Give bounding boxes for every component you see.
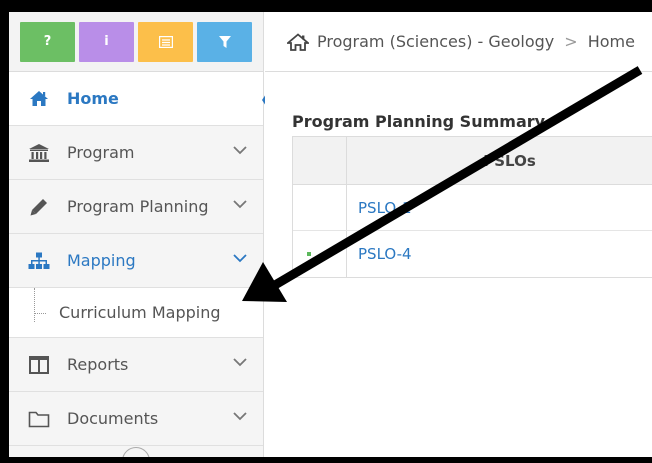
table-header-row: PSLOs	[293, 137, 652, 185]
sidebar-item-program[interactable]: Program	[9, 126, 263, 180]
sidebar-item-reports[interactable]: Reports	[9, 338, 263, 392]
info-button[interactable]: i	[79, 21, 134, 62]
pslo-link[interactable]: PSLO-1	[358, 199, 412, 217]
sidebar-item-program-planning[interactable]: Program Planning	[9, 180, 263, 234]
list-button[interactable]	[138, 21, 193, 62]
tree-line	[34, 288, 35, 322]
sidebar-item-label: Program Planning	[67, 197, 209, 216]
toolbar: ? i	[9, 12, 263, 72]
sidebar-item-documents[interactable]: Documents	[9, 392, 263, 446]
chevron-down-icon[interactable]	[233, 412, 247, 421]
table-row: PSLO-1	[293, 185, 652, 231]
row-marker-cell	[293, 231, 347, 277]
sidebar-item-label: Documents	[67, 409, 159, 428]
sidebar-item-label: Program	[67, 143, 135, 162]
sidebar-subitem-curriculum-mapping[interactable]: Curriculum Mapping	[9, 288, 263, 338]
chevron-down-icon[interactable]	[233, 146, 247, 155]
table-row: PSLO-4	[293, 231, 652, 277]
sidebar-item-mapping[interactable]: Mapping	[9, 234, 263, 288]
chevron-down-icon[interactable]	[233, 358, 247, 367]
section-title: Program Planning Summary	[292, 112, 546, 131]
sitemap-icon	[27, 251, 51, 271]
breadcrumb-separator: >	[564, 32, 578, 51]
institution-icon	[27, 143, 51, 163]
sidebar-item-label: Home	[67, 89, 119, 108]
breadcrumb-current: Home	[587, 32, 635, 51]
sidebar: ? i Home Program Program Planning Mappin…	[9, 12, 275, 457]
list-icon	[158, 35, 173, 48]
status-dot	[307, 252, 311, 256]
app-frame: ? i Home Program Program Planning Mappin…	[9, 12, 652, 457]
help-button[interactable]: ?	[20, 21, 75, 62]
sidebar-item-home[interactable]: Home	[9, 72, 275, 126]
breadcrumb: Program (Sciences) - Geology > Home	[265, 12, 652, 72]
sidebar-item-label: Reports	[67, 355, 129, 374]
sidebar-collapse-handle[interactable]	[122, 447, 150, 457]
main-content: Program (Sciences) - Geology > Home Prog…	[265, 12, 652, 457]
info-icon: i	[104, 34, 109, 49]
column-header-pslos: PSLOs	[483, 151, 536, 170]
row-marker-cell	[293, 185, 347, 230]
pslo-link[interactable]: PSLO-4	[358, 245, 412, 263]
sidebar-subitem-label: Curriculum Mapping	[59, 303, 221, 322]
tree-branch	[34, 313, 46, 314]
header-cell-empty	[293, 137, 347, 184]
filter-icon	[218, 35, 231, 48]
summary-table: PSLOs PSLO-1 PSLO-4	[292, 136, 652, 278]
sidebar-item-label: Mapping	[67, 251, 136, 270]
filter-button[interactable]	[197, 21, 252, 62]
home-icon	[27, 89, 51, 109]
columns-icon	[27, 355, 51, 375]
home-icon[interactable]	[287, 32, 309, 51]
breadcrumb-program[interactable]: Program (Sciences) - Geology	[317, 32, 554, 51]
folder-icon	[27, 409, 51, 429]
pencil-icon	[27, 197, 51, 217]
chevron-down-icon[interactable]	[233, 200, 247, 209]
chevron-down-icon[interactable]	[233, 254, 247, 263]
question-icon: ?	[43, 34, 52, 49]
